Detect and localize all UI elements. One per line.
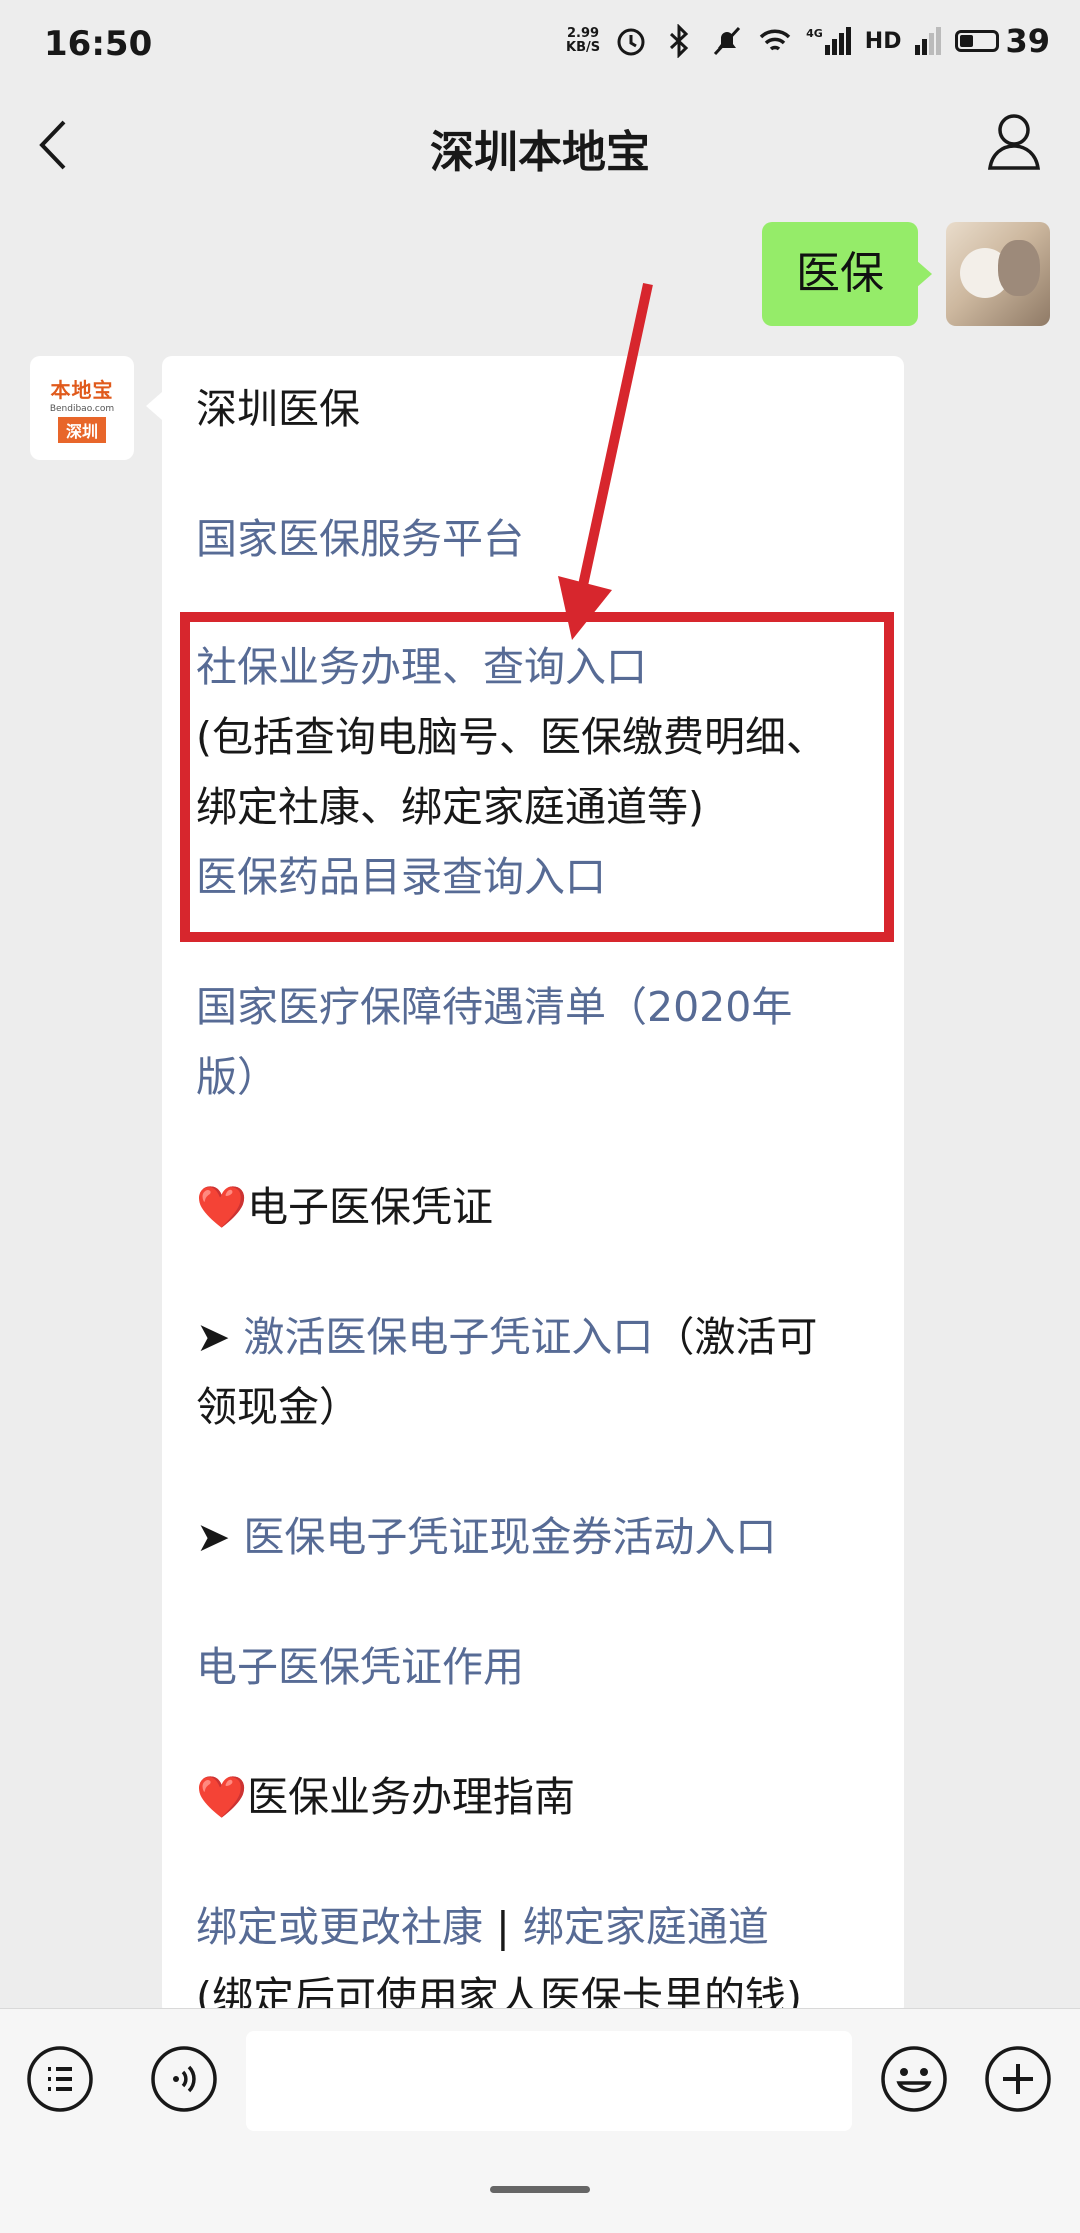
network-speed: 2.99 KB/S [566,27,600,55]
status-icons: 2.99 KB/S 4G HD 39 [566,22,1050,60]
incoming-bubble-tail [146,392,162,420]
network-speed-value: 2.99 [567,26,600,41]
link-activate-voucher[interactable]: 激活医保电子凭证入口 [243,1313,653,1361]
link-benefit-list[interactable]: 国家医疗保障待遇清单（2020年 [196,972,886,1042]
highlight-box [180,612,894,942]
chat-input-bar [0,2008,1080,2233]
incoming-message-bubble: 深圳医保 国家医保服务平台 社保业务办理、查询入口 (包括查询电脑号、医保缴费明… [162,356,904,2016]
bot-logo-tag: 深圳 [57,416,106,443]
binding-row: 绑定或更改社康 | 绑定家庭通道 [196,1892,886,1962]
link-bind-family[interactable]: 绑定家庭通道 [523,1903,769,1951]
bot-logo-text: 本地宝 [50,377,114,402]
link-cash-coupon[interactable]: 医保电子凭证现金券活动入口 [243,1513,776,1561]
link-voucher-usage[interactable]: 电子医保凭证作用 [196,1632,886,1702]
chat-header: 深圳本地宝 [0,90,1080,220]
mute-icon [713,26,741,56]
message-input[interactable] [246,2031,852,2131]
activate-note-cont: 领现金） [196,1383,360,1431]
section-e-voucher: ❤️电子医保凭证 [196,1172,886,1242]
home-indicator[interactable] [490,2186,590,2193]
wifi-icon [759,29,791,51]
link-bind-community-health[interactable]: 绑定或更改社康 [196,1903,483,1951]
outgoing-bubble-tail [916,260,932,288]
battery-level: 39 [1005,22,1050,60]
cash-coupon-row: ➤ 医保电子凭证现金券活动入口 [196,1502,886,1572]
battery-indicator: 39 [955,22,1050,60]
heart-icon: ❤️ [196,1773,248,1821]
link-national-platform[interactable]: 国家医保服务平台 [196,504,886,574]
status-bar: 16:50 2.99 KB/S 4G HD 39 [0,0,1080,90]
activate-row: ➤ 激活医保电子凭证入口（激活可 [196,1302,886,1372]
signal-icon-2 [915,27,942,55]
section-guide: ❤️医保业务办理指南 [196,1762,886,1832]
section-guide-label: 医保业务办理指南 [247,1773,576,1821]
user-avatar[interactable] [946,222,1050,326]
voice-icon[interactable] [150,2045,218,2113]
reply-heading: 深圳医保 [196,385,360,433]
activate-note: （激活可 [653,1313,818,1361]
network-speed-unit: KB/S [566,40,601,55]
bot-avatar[interactable]: 本地宝 Bendibao.com 深圳 [30,356,134,460]
alarm-icon [617,28,645,56]
hd-badge: HD [864,28,902,54]
heart-icon: ❤️ [196,1183,248,1231]
plus-icon[interactable] [984,2045,1052,2113]
link-benefit-list-cont[interactable]: 版） [196,1042,886,1112]
battery-icon [955,30,1000,52]
bot-logo-sub: Bendibao.com [49,403,115,414]
arrow-bullet-icon: ➤ [196,1313,244,1361]
emoji-icon[interactable] [880,2045,948,2113]
network-type: 4G [806,27,823,40]
menu-icon[interactable] [26,2045,94,2113]
bluetooth-icon [670,24,689,58]
arrow-bullet-icon: ➤ [196,1513,244,1561]
status-time: 16:50 [44,24,153,64]
section-e-voucher-label: 电子医保凭证 [247,1183,494,1231]
link-separator: | [483,1903,523,1951]
user-icon[interactable] [984,106,1044,178]
outgoing-message-bubble[interactable]: 医保 [762,222,918,326]
chat-title: 深圳本地宝 [430,127,650,178]
signal-icon: 4G [806,27,851,55]
